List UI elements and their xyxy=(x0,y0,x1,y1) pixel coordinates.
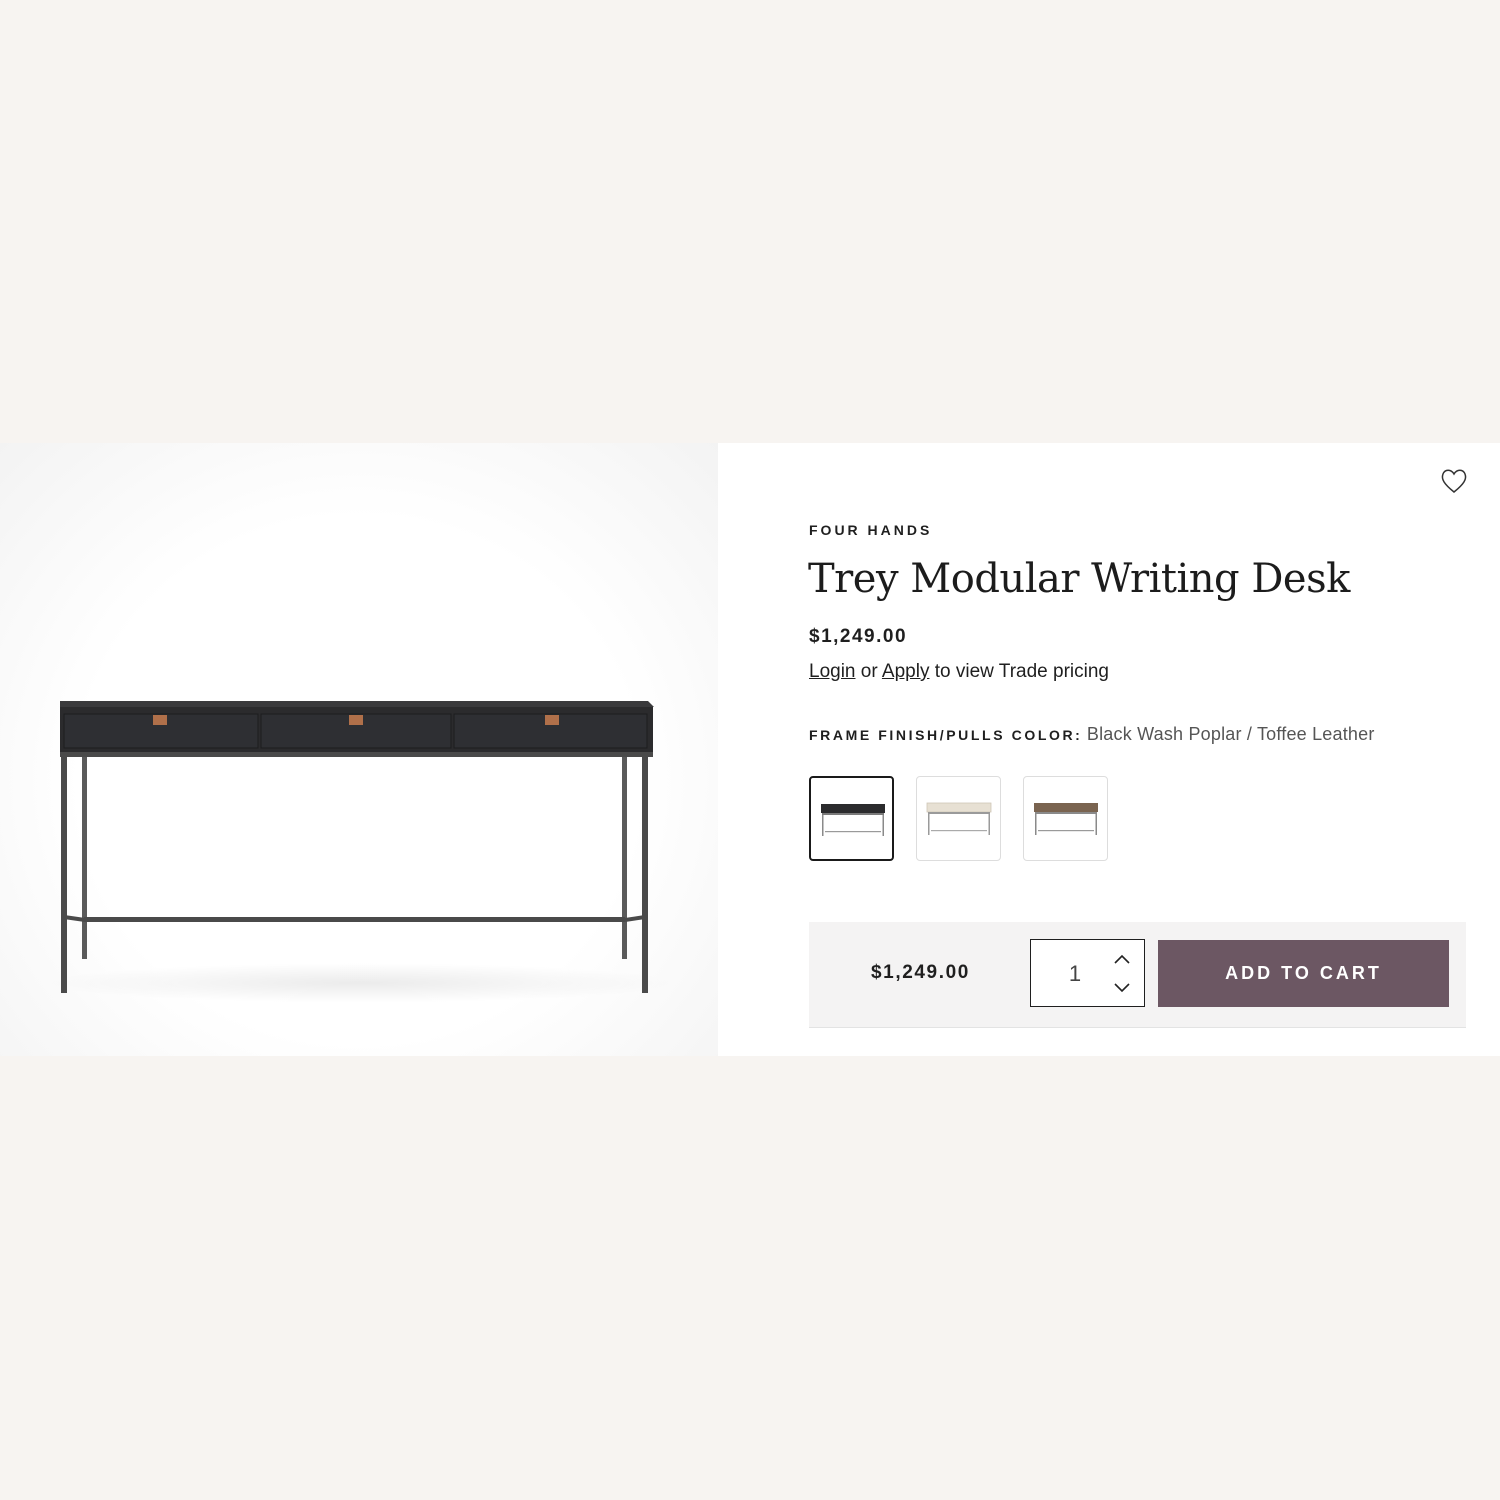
product-card: FOUR HANDS Trey Modular Writing Desk $1,… xyxy=(0,443,1500,1056)
login-link[interactable]: Login xyxy=(809,661,856,682)
quantity-input[interactable] xyxy=(1053,960,1097,988)
leg-front-right xyxy=(642,757,648,993)
add-to-cart-button[interactable]: ADD TO CART xyxy=(1158,940,1449,1007)
cart-price: $1,249.00 xyxy=(871,962,970,983)
floor-shadow xyxy=(40,963,680,1003)
pull-left xyxy=(153,715,167,725)
swatch-brown-finish[interactable] xyxy=(1023,776,1108,861)
finish-option-label: FRAME FINISH/PULLS COLOR: Black Wash Pop… xyxy=(809,724,1375,745)
pull-center xyxy=(349,715,363,725)
product-title: Trey Modular Writing Desk xyxy=(808,556,1350,602)
stretcher-side-left xyxy=(63,915,86,922)
stretcher-back xyxy=(84,917,625,922)
desk-thumbnail-icon xyxy=(1034,803,1098,835)
swatch-light-finish[interactable] xyxy=(916,776,1001,861)
wishlist-heart-icon[interactable] xyxy=(1440,468,1468,494)
chevron-down-icon[interactable] xyxy=(1111,976,1133,998)
pull-right xyxy=(545,715,559,725)
page-background-bottom xyxy=(0,1056,1500,1500)
chevron-up-icon[interactable] xyxy=(1111,949,1133,971)
finish-option-key: FRAME FINISH/PULLS COLOR: xyxy=(809,727,1083,743)
desk-thumbnail-icon xyxy=(926,802,992,835)
leg-back-right xyxy=(622,757,627,959)
swatch-black-wash[interactable] xyxy=(809,776,894,861)
leg-front-left xyxy=(61,757,67,993)
quantity-stepper[interactable] xyxy=(1030,939,1145,1007)
brand-name[interactable]: FOUR HANDS xyxy=(809,522,932,538)
desk-thumbnail-icon xyxy=(821,804,885,836)
add-to-cart-bar: $1,249.00 ADD TO CART xyxy=(809,922,1466,1028)
frame-rail-top xyxy=(60,752,653,757)
page-background-top xyxy=(0,0,1500,443)
product-image xyxy=(0,443,718,1056)
trade-pricing-line: Login or Apply to view Trade pricing xyxy=(809,661,1109,683)
apply-link[interactable]: Apply xyxy=(882,661,930,682)
trade-or-text: or xyxy=(860,661,878,682)
leg-back-left xyxy=(82,757,87,959)
product-price: $1,249.00 xyxy=(809,626,908,647)
finish-option-value: Black Wash Poplar / Toffee Leather xyxy=(1086,724,1375,744)
trade-suffix-text: to view Trade pricing xyxy=(934,661,1109,682)
